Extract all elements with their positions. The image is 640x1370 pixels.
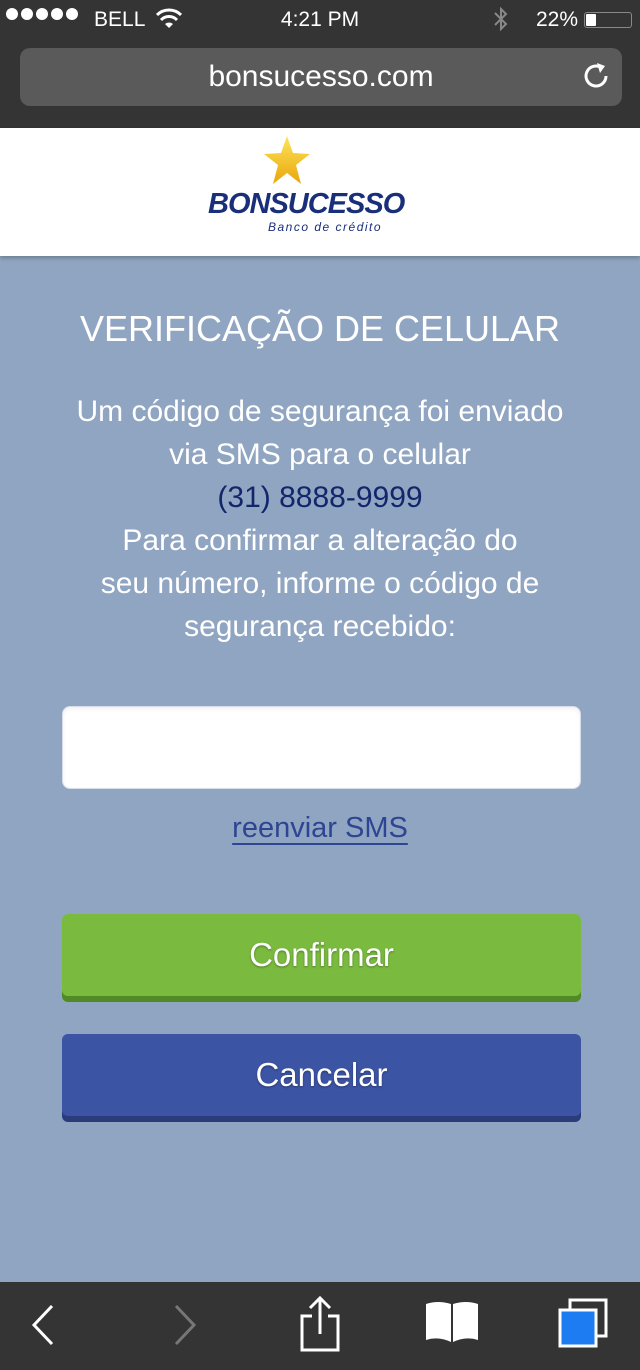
verification-message: Um código de segurança foi enviado via S… [40,390,600,648]
address-bar[interactable]: bonsucesso.com [20,48,622,106]
bookmarks-icon[interactable] [424,1300,480,1351]
tabs-icon[interactable] [556,1296,610,1355]
reload-icon[interactable] [580,60,612,97]
battery-percent: 22% [536,8,579,31]
back-icon[interactable] [28,1300,58,1355]
star-icon [264,136,310,191]
site-header: BONSUCESSO Banco de crédito [0,128,640,256]
forward-icon[interactable] [170,1300,200,1355]
logo-tagline: Banco de crédito [268,220,383,234]
battery-icon [584,12,632,28]
message-line: Um código de segurança foi enviado [76,395,564,428]
url-text[interactable]: bonsucesso.com [20,60,622,94]
page-title: VERIFICAÇÃO DE CELULAR [79,308,561,349]
instruction-line: segurança recebido: [184,610,456,643]
browser-chrome: BELL 4:21 PM 22% bonsucesso.com [0,0,640,128]
bonsucesso-logo[interactable]: BONSUCESSO Banco de crédito [208,136,405,246]
instruction-line: Para confirmar a alteração do [122,524,518,557]
security-code-input[interactable] [62,706,581,789]
instruction-line: seu número, informe o código de [100,567,540,600]
status-bar: BELL 4:21 PM 22% [0,0,640,40]
resend-sms-container: reenviar SMS [0,812,640,845]
message-line: via SMS para o celular [169,438,471,471]
battery-level-fill [586,14,597,26]
share-icon[interactable] [298,1294,342,1357]
phone-number: (31) 8888-9999 [217,481,423,514]
bluetooth-icon [492,6,510,38]
browser-toolbar [0,1282,640,1370]
cancel-button[interactable]: Cancelar [62,1034,581,1116]
confirm-button[interactable]: Confirmar [62,914,581,996]
resend-sms-link[interactable]: reenviar SMS [232,812,408,844]
logo-wordmark: BONSUCESSO [208,188,405,220]
